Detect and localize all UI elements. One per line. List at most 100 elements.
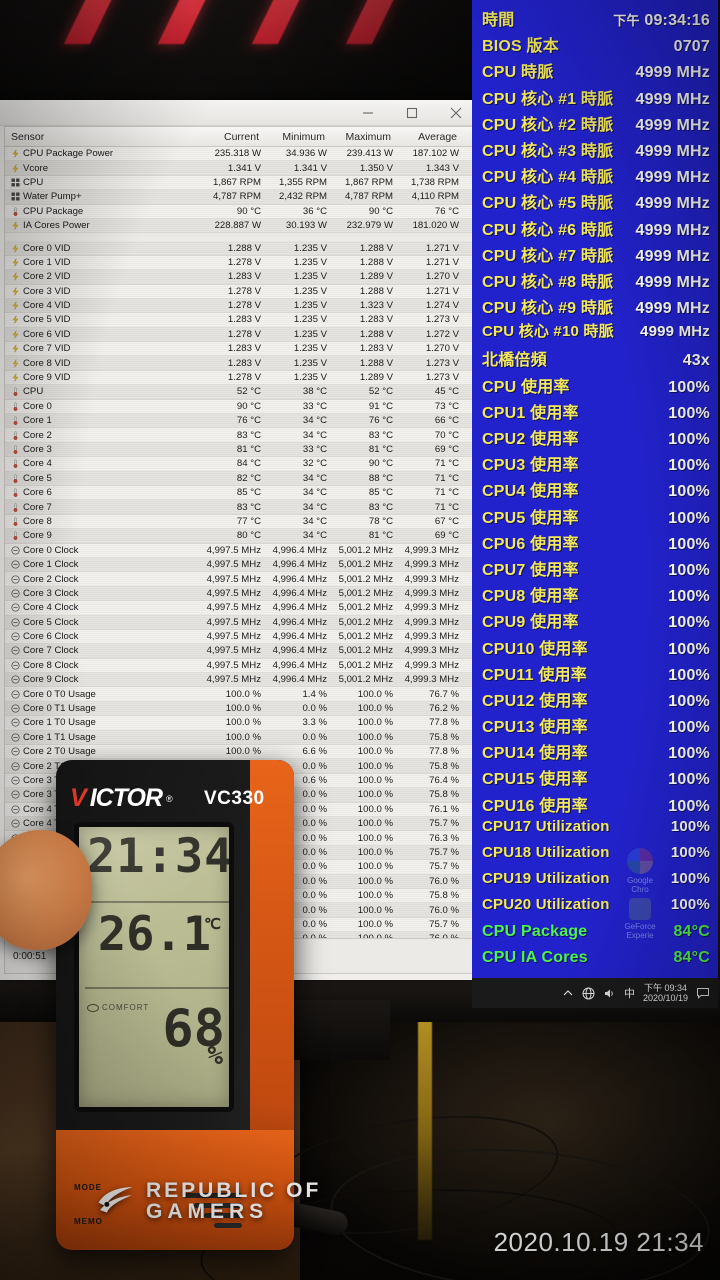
table-row[interactable]: Core 8 77 °C 34 °C 78 °C 67 °C: [5, 514, 473, 530]
osd-value: 100%: [668, 483, 710, 501]
table-row[interactable]: Core 1 T1 Usage 100.0 % 0.0 % 100.0 % 75.8 %: [5, 730, 473, 746]
osd-value: 43x: [682, 352, 710, 370]
table-row[interactable]: Core 9 80 °C 34 °C 81 °C 69 °C: [5, 529, 473, 544]
windows-taskbar[interactable]: 中 下午 09:34 2020/10/19: [472, 978, 718, 1008]
notification-icon[interactable]: [696, 986, 710, 1000]
cell-sensor-name: CPU Package Power: [5, 148, 201, 159]
table-row[interactable]: Core 2 Clock 4,997.5 MHz 4,996.4 MHz 5,001.…: [5, 572, 473, 587]
sensor-name-text: Core 8 VID: [23, 357, 71, 369]
table-row[interactable]: Core 3 81 °C 33 °C 81 °C 69 °C: [5, 442, 473, 458]
osd-row: BIOS 版本 0707: [482, 32, 710, 58]
cell-maximum: 5,001.2 MHz: [338, 616, 393, 628]
cell-sensor-name: CPU: [5, 177, 201, 188]
table-row[interactable]: CPU Package 90 °C 36 °C 90 °C 76 °C: [5, 204, 473, 219]
table-row[interactable]: Core 1 Clock 4,997.5 MHz 4,996.4 MHz 5,001.…: [5, 557, 473, 573]
rog-watermark: REPUBLIC OF GAMERS: [96, 1180, 321, 1222]
table-row[interactable]: Core 8 Clock 4,997.5 MHz 4,996.4 MHz 5,001.…: [5, 658, 473, 674]
table-row[interactable]: Core 9 VID 1.278 V 1.235 V 1.289 V 1.273 V: [5, 370, 473, 386]
power-icon: [11, 301, 20, 310]
volume-icon[interactable]: [603, 987, 616, 1000]
table-row[interactable]: IA Cores Power 228.887 W 30.193 W 232.979 W…: [5, 218, 473, 234]
clock-icon: [11, 733, 20, 742]
table-row[interactable]: Core 6 VID 1.278 V 1.235 V 1.288 V 1.272 V: [5, 327, 473, 343]
cell-maximum: 100.0 %: [357, 846, 393, 858]
osd-value: 4999 MHz: [635, 300, 710, 318]
power-icon: [11, 163, 20, 173]
table-row[interactable]: Core 7 83 °C 34 °C 83 °C 71 °C: [5, 500, 473, 515]
cell-maximum: 5,001.2 MHz: [338, 544, 393, 556]
osd-row: CPU9 使用率 100%: [482, 608, 710, 634]
osd-label: CPU4 使用率: [482, 483, 579, 501]
table-row[interactable]: Core 3 VID 1.278 V 1.235 V 1.288 V 1.271 V: [5, 284, 473, 299]
table-row[interactable]: Core 0 VID 1.288 V 1.235 V 1.288 V 1.271 V: [5, 241, 473, 256]
sensor-name-text: CPU: [23, 386, 44, 398]
osd-row: CPU 核心 #5 時脈 4999 MHz: [482, 189, 710, 215]
table-row[interactable]: Core 5 VID 1.283 V 1.235 V 1.283 V 1.273 V: [5, 313, 473, 328]
hwinfo-window-controls[interactable]: [346, 100, 478, 126]
osd-row: CPU 核心 #4 時脈 4999 MHz: [482, 163, 710, 189]
chevron-up-icon[interactable]: [562, 987, 574, 999]
cell-average: 1.273 V: [425, 357, 459, 369]
thermometer-icon: [11, 488, 20, 498]
sensor-name-text: Core 4 Clock: [23, 602, 79, 614]
table-row[interactable]: Core 4 84 °C 32 °C 90 °C 71 °C: [5, 457, 473, 472]
osd-value: 100%: [668, 378, 710, 396]
sensor-name-text: Core 1 T0 Usage: [23, 717, 96, 729]
table-row[interactable]: CPU 1,867 RPM 1,355 RPM 1,867 RPM 1,738 RPM: [5, 175, 473, 191]
table-row[interactable]: Core 1 T0 Usage 100.0 % 3.3 % 100.0 % 77.8 %: [5, 716, 473, 731]
table-row[interactable]: Core 8 VID 1.283 V 1.235 V 1.288 V 1.273 V: [5, 356, 473, 371]
cell-maximum: 1.288 V: [359, 285, 393, 297]
table-row[interactable]: Core 7 VID 1.283 V 1.235 V 1.283 V 1.270 V: [5, 342, 473, 357]
ime-indicator[interactable]: 中: [624, 985, 635, 1001]
clock-icon: [11, 632, 20, 641]
table-row[interactable]: Core 1 VID 1.278 V 1.235 V 1.288 V 1.271 V: [5, 255, 473, 271]
table-row[interactable]: Vcore 1.341 V 1.341 V 1.350 V 1.343 V: [5, 161, 473, 176]
cell-sensor-name: Core 1 VID: [5, 257, 201, 268]
table-row[interactable]: Core 4 VID 1.278 V 1.235 V 1.323 V 1.274 V: [5, 298, 473, 314]
desktop-icon-geforce[interactable]: GeForce Experie: [612, 898, 668, 940]
table-row[interactable]: Core 0 T1 Usage 100.0 % 0.0 % 100.0 % 76.2 %: [5, 701, 473, 717]
table-row[interactable]: CPU 52 °C 38 °C 52 °C 45 °C: [5, 385, 473, 400]
hwinfo-titlebar[interactable]: [0, 100, 478, 126]
cell-average: 77.8 %: [429, 746, 459, 758]
fan-icon: [11, 178, 20, 187]
table-row[interactable]: Core 3 Clock 4,997.5 MHz 4,996.4 MHz 5,001.…: [5, 586, 473, 602]
table-row[interactable]: Core 1 76 °C 34 °C 76 °C 66 °C: [5, 414, 473, 429]
sensor-name-text: Core 3: [23, 444, 52, 455]
osd-value: 100%: [670, 817, 710, 835]
cell-maximum: 1.350 V: [359, 162, 393, 174]
table-row[interactable]: Core 9 Clock 4,997.5 MHz 4,996.4 MHz 5,001.…: [5, 673, 473, 688]
osd-value: 4999 MHz: [635, 90, 710, 108]
clock-icon: [11, 618, 20, 627]
cell-current: 90 °C: [236, 205, 261, 217]
osd-row: CPU IA Cores 84°C: [482, 949, 710, 975]
table-row[interactable]: Core 2 T0 Usage 100.0 % 6.6 % 100.0 % 77.8 %: [5, 745, 473, 760]
table-row[interactable]: Core 6 85 °C 34 °C 85 °C 71 °C: [5, 485, 473, 501]
desktop-icon-chrome[interactable]: Google Chro: [612, 848, 668, 894]
table-row[interactable]: Core 5 Clock 4,997.5 MHz 4,996.4 MHz 5,001.…: [5, 615, 473, 630]
table-row[interactable]: Core 0 Clock 4,997.5 MHz 4,996.4 MHz 5,001.…: [5, 543, 473, 558]
cell-maximum: 100.0 %: [357, 717, 393, 729]
minimize-icon[interactable]: [346, 100, 390, 126]
cell-sensor-name: Core 4 Clock: [5, 602, 201, 613]
power-icon: [11, 315, 20, 325]
cell-minimum: 1.341 V: [293, 162, 327, 174]
table-row[interactable]: Core 0 90 °C 33 °C 91 °C 73 °C: [5, 399, 473, 415]
network-icon[interactable]: [582, 987, 595, 1000]
table-row[interactable]: Core 0 T0 Usage 100.0 % 1.4 % 100.0 % 76.7 %: [5, 687, 473, 702]
taskbar-clock[interactable]: 下午 09:34 2020/10/19: [643, 983, 688, 1004]
camera-datestamp: 2020.10.19 21:34: [493, 1227, 704, 1257]
cell-minimum: 33 °C: [302, 400, 327, 412]
table-row[interactable]: Core 6 Clock 4,997.5 MHz 4,996.4 MHz 5,001.…: [5, 629, 473, 645]
cell-sensor-name: Core 0 VID: [5, 243, 201, 254]
table-row[interactable]: Core 5 82 °C 34 °C 88 °C 71 °C: [5, 471, 473, 486]
table-row[interactable]: Core 2 VID 1.283 V 1.235 V 1.289 V 1.270 V: [5, 270, 473, 285]
table-row[interactable]: Core 2 83 °C 34 °C 83 °C 70 °C: [5, 428, 473, 443]
table-row[interactable]: Water Pump+ 4,787 RPM 2,432 RPM 4,787 RPM 4,…: [5, 190, 473, 205]
maximize-icon[interactable]: [390, 100, 434, 126]
cell-average: 1.343 V: [425, 162, 459, 174]
table-row[interactable]: Core 7 Clock 4,997.5 MHz 4,996.4 MHz 5,001.…: [5, 644, 473, 659]
osd-row: CPU19 Utilization 100%: [482, 870, 710, 896]
table-row[interactable]: CPU Package Power 235.318 W 34.936 W 239.41…: [5, 147, 473, 162]
table-row[interactable]: Core 4 Clock 4,997.5 MHz 4,996.4 MHz 5,001.…: [5, 601, 473, 616]
